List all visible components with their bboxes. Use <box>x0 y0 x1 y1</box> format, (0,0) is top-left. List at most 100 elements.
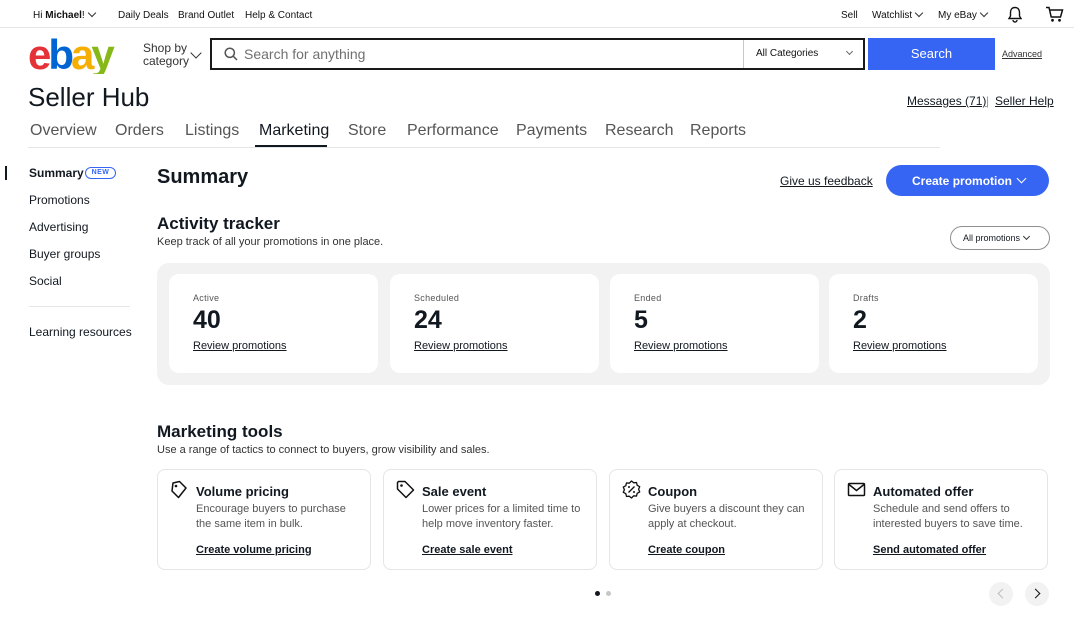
activity-tracker-panel: Active 40 Review promotions Scheduled 24… <box>157 263 1050 385</box>
tool-card-automated-offer: Automated offer Schedule and send offers… <box>834 469 1048 570</box>
chevron-right-icon <box>1030 588 1041 599</box>
category-label: category <box>143 54 190 68</box>
sidebar-item-advertising[interactable]: Advertising <box>29 220 88 234</box>
create-coupon-link[interactable]: Create coupon <box>648 544 725 556</box>
brand-outlet-link[interactable]: Brand Outlet <box>178 10 234 21</box>
ebay-logo[interactable]: ebay <box>28 36 118 74</box>
tracker-card-label: Scheduled <box>414 293 460 303</box>
tool-description: Schedule and send offers to interested b… <box>873 503 1023 530</box>
tool-card-coupon: Coupon Give buyers a discount they can a… <box>609 469 823 570</box>
tracker-card-drafts: Drafts 2 Review promotions <box>829 274 1038 373</box>
top-utility-bar: Hi Michael! Daily Deals Brand Outlet Hel… <box>0 0 1074 28</box>
review-promotions-link[interactable]: Review promotions <box>634 340 728 352</box>
sell-link[interactable]: Sell <box>841 10 858 21</box>
messages-link[interactable]: Messages (71) <box>907 94 986 108</box>
greeting-prefix: Hi <box>33 10 46 21</box>
chevron-down-icon <box>914 8 924 18</box>
create-volume-pricing-link[interactable]: Create volume pricing <box>196 544 312 556</box>
tab-research[interactable]: Research <box>605 122 673 140</box>
chevron-down-icon <box>1022 232 1031 241</box>
review-promotions-link[interactable]: Review promotions <box>853 340 947 352</box>
search-input[interactable] <box>244 44 744 64</box>
sidebar-item-social[interactable]: Social <box>29 274 62 288</box>
tool-description: Lower prices for a limited time to help … <box>422 503 581 530</box>
watchlist-menu[interactable]: Watchlist <box>872 8 924 21</box>
tab-overview[interactable]: Overview <box>30 122 97 140</box>
notification-bell-icon[interactable] <box>1007 6 1023 23</box>
carousel-prev-button[interactable] <box>989 582 1013 606</box>
user-name: Michael <box>45 10 82 21</box>
shopping-cart-icon[interactable] <box>1045 6 1064 23</box>
tab-listings[interactable]: Listings <box>185 122 239 140</box>
tracker-card-scheduled: Scheduled 24 Review promotions <box>390 274 599 373</box>
seller-help-link[interactable]: Seller Help <box>995 94 1054 108</box>
search-icon <box>224 47 238 61</box>
sidebar-item-learning-resources[interactable]: Learning resources <box>29 325 132 339</box>
tracker-card-active: Active 40 Review promotions <box>169 274 378 373</box>
main-tabs: Overview Orders Listings Marketing Store… <box>28 120 940 148</box>
tracker-card-label: Ended <box>634 293 662 303</box>
tab-orders[interactable]: Orders <box>115 122 164 140</box>
send-automated-offer-link[interactable]: Send automated offer <box>873 544 986 556</box>
sidebar-divider <box>29 306 130 307</box>
category-select-value: All Categories <box>756 48 819 59</box>
tool-title: Coupon <box>648 484 698 499</box>
page-title: Seller Hub <box>28 82 150 112</box>
my-ebay-menu[interactable]: My eBay <box>938 8 989 21</box>
tab-reports[interactable]: Reports <box>690 122 746 140</box>
chevron-down-icon <box>87 8 96 18</box>
review-promotions-link[interactable]: Review promotions <box>193 340 287 352</box>
sidebar-item-buyer-groups[interactable]: Buyer groups <box>29 247 100 261</box>
chevron-down-icon[interactable] <box>1016 173 1027 184</box>
my-ebay-label: My eBay <box>938 10 977 21</box>
tracker-card-count: 2 <box>853 306 867 334</box>
create-promotion-button[interactable]: Create promotion <box>886 165 1049 196</box>
envelope-icon <box>847 482 866 497</box>
section-title-summary: Summary <box>157 166 249 188</box>
promotions-filter-value: All promotions <box>963 233 1021 243</box>
tab-performance[interactable]: Performance <box>407 122 499 140</box>
logo-letter-y: y <box>91 36 115 74</box>
review-promotions-link[interactable]: Review promotions <box>414 340 508 352</box>
active-nav-indicator <box>5 166 7 180</box>
header-separator: | <box>986 94 990 108</box>
tool-description: Give buyers a discount they can apply at… <box>648 503 805 530</box>
tool-card-sale-event: Sale event Lower prices for a limited ti… <box>383 469 597 570</box>
carousel-dot[interactable] <box>606 591 611 596</box>
shop-by-category-button[interactable]: Shop by category <box>143 42 189 68</box>
advanced-search-link[interactable]: Advanced <box>1002 49 1042 59</box>
tracker-card-count: 5 <box>634 306 648 334</box>
promotions-filter-select[interactable]: All promotions <box>950 226 1050 250</box>
tool-title: Volume pricing <box>196 484 289 499</box>
search-button[interactable]: Search <box>868 38 995 70</box>
user-greeting[interactable]: Hi Michael! <box>33 8 96 21</box>
tracker-card-count: 40 <box>193 306 221 334</box>
category-select[interactable]: All Categories <box>743 40 864 68</box>
sidebar-item-promotions[interactable]: Promotions <box>29 193 90 207</box>
chevron-down-icon[interactable] <box>190 47 202 59</box>
create-sale-event-link[interactable]: Create sale event <box>422 544 513 556</box>
tab-marketing[interactable]: Marketing <box>259 122 329 140</box>
coupon-badge-icon <box>622 480 641 499</box>
tab-store[interactable]: Store <box>348 122 386 140</box>
sidebar-item-summary[interactable]: Summary <box>29 166 84 180</box>
tab-payments[interactable]: Payments <box>516 122 587 140</box>
marketing-tools-title: Marketing tools <box>157 422 283 441</box>
carousel-next-button[interactable] <box>1025 582 1049 606</box>
activity-tracker-title: Activity tracker <box>157 214 280 233</box>
help-contact-link[interactable]: Help & Contact <box>245 10 312 21</box>
tracker-card-count: 24 <box>414 306 442 334</box>
activity-tracker-subtitle: Keep track of all your promotions in one… <box>157 236 384 248</box>
tracker-card-label: Drafts <box>853 293 879 303</box>
search-bar: All Categories <box>210 38 865 70</box>
svg-text:ebay: ebay <box>28 36 115 74</box>
logo-letter-b: b <box>48 36 72 74</box>
create-promotion-label: Create promotion <box>912 174 1013 188</box>
marketing-tools-subtitle: Use a range of tactics to connect to buy… <box>157 444 490 456</box>
greeting-suffix: ! <box>81 10 85 21</box>
tool-title: Automated offer <box>873 484 974 499</box>
carousel-dot-active[interactable] <box>595 591 600 596</box>
chevron-down-icon <box>979 8 989 18</box>
feedback-link[interactable]: Give us feedback <box>780 174 873 188</box>
daily-deals-link[interactable]: Daily Deals <box>118 10 169 21</box>
